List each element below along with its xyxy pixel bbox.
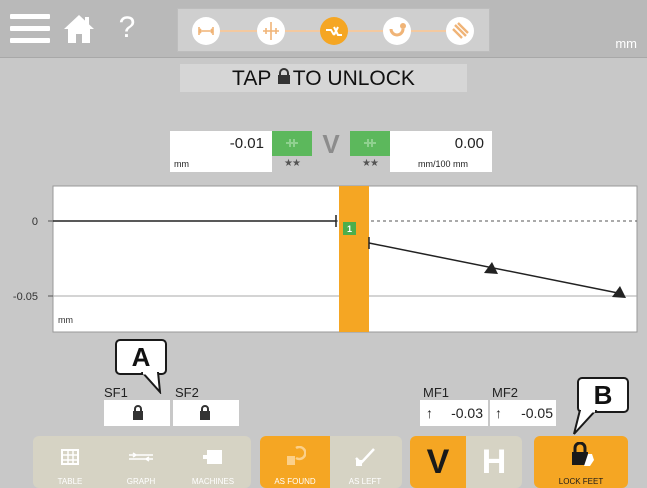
y-tick-label: 0 bbox=[32, 216, 38, 228]
sf2-lock-icon bbox=[200, 405, 210, 420]
left-unit: mm bbox=[170, 156, 272, 172]
value-readout: -0.01 V 0.00 mm ★★ ★★ mm/100 mm bbox=[170, 129, 492, 173]
sf2-label: SF2 bbox=[175, 385, 199, 400]
callout-b: B bbox=[577, 377, 629, 413]
machines-icon bbox=[203, 450, 222, 464]
graph-icon bbox=[129, 452, 153, 462]
lock-icon bbox=[277, 64, 291, 92]
callout-a: A bbox=[115, 339, 167, 375]
table-button[interactable]: TABLE bbox=[40, 436, 100, 488]
mf1-foot[interactable]: ↑ -0.03 bbox=[420, 400, 488, 426]
lock-feet-icon bbox=[572, 442, 594, 466]
measure-icon[interactable] bbox=[320, 17, 348, 45]
bottom-toolbar: TABLE GRAPH MACHINES AS FOUND AS LEFT V … bbox=[0, 436, 647, 488]
home-icon[interactable] bbox=[62, 12, 96, 46]
as-left-icon bbox=[355, 448, 375, 466]
mf1-value: -0.03 bbox=[451, 405, 483, 421]
mf2-foot[interactable]: ↑ -0.05 bbox=[490, 400, 556, 426]
table-label: TABLE bbox=[57, 477, 83, 486]
mf2-label: MF2 bbox=[492, 385, 518, 400]
as-found-icon bbox=[287, 446, 306, 465]
as-left-button[interactable]: AS LEFT bbox=[332, 436, 398, 488]
banner-unlock-text: TO UNLOCK bbox=[292, 67, 415, 91]
machines-label: MACHINES bbox=[191, 477, 235, 486]
top-toolbar: ? mm bbox=[0, 0, 647, 58]
as-found-label: AS FOUND bbox=[274, 477, 316, 486]
help-icon[interactable]: ? bbox=[115, 10, 139, 46]
right-quality-stars: ★★ bbox=[362, 158, 379, 169]
coupling-angle-value: 0.00 bbox=[390, 131, 492, 156]
alignment-graph: 0 -0.05 mm 1 bbox=[0, 182, 647, 334]
horizontal-button[interactable]: H bbox=[466, 436, 522, 488]
results-icon[interactable] bbox=[446, 17, 474, 45]
machines-button[interactable]: MACHINES bbox=[180, 436, 246, 488]
table-icon bbox=[61, 449, 79, 465]
unlock-banner[interactable]: TAP TO UNLOCK bbox=[180, 64, 467, 92]
as-left-label: AS LEFT bbox=[348, 477, 382, 486]
dimensions-icon[interactable] bbox=[192, 17, 220, 45]
y-tick-label: -0.05 bbox=[13, 291, 38, 303]
sf1-foot[interactable] bbox=[104, 400, 170, 426]
vertical-mode-letter: V bbox=[322, 129, 340, 159]
coupling-highlight bbox=[339, 186, 369, 332]
coupling-offset-value: -0.01 bbox=[170, 131, 272, 156]
lock-feet-label: LOCK FEET bbox=[558, 477, 604, 486]
lock-feet-button[interactable]: LOCK FEET bbox=[534, 436, 628, 488]
sf1-label: SF1 bbox=[104, 385, 128, 400]
coupling-marker-label: 1 bbox=[347, 224, 352, 234]
mf2-arrow-icon: ↑ bbox=[495, 405, 502, 421]
graph-button[interactable]: GRAPH bbox=[110, 436, 172, 488]
callout-a-pointer bbox=[140, 372, 162, 394]
unit-indicator: mm bbox=[615, 36, 637, 51]
graph-label: GRAPH bbox=[126, 477, 156, 486]
callout-b-pointer bbox=[573, 410, 598, 435]
y-unit-label: mm bbox=[58, 315, 73, 325]
menu-icon[interactable] bbox=[10, 14, 50, 44]
banner-tap-text: TAP bbox=[232, 67, 271, 91]
mf1-label: MF1 bbox=[423, 385, 449, 400]
shim-icon[interactable] bbox=[383, 17, 411, 45]
vertical-button[interactable]: V bbox=[410, 436, 466, 488]
right-unit: mm/100 mm bbox=[390, 156, 492, 172]
angle-symbol-icon bbox=[350, 131, 390, 156]
workflow-steps bbox=[177, 8, 490, 52]
screen: ? mm TAP TO UNLOCK -0.01 V 0.00 mm ★★ ★★… bbox=[0, 0, 647, 488]
sf2-foot[interactable] bbox=[173, 400, 239, 426]
sf1-lock-icon bbox=[133, 405, 143, 420]
mf1-arrow-icon: ↑ bbox=[426, 405, 433, 421]
as-found-button[interactable]: AS FOUND bbox=[260, 436, 330, 488]
crosshair-icon[interactable] bbox=[257, 17, 285, 45]
mf2-value: -0.05 bbox=[521, 405, 553, 421]
left-quality-stars: ★★ bbox=[284, 158, 301, 169]
offset-symbol-icon bbox=[272, 131, 312, 156]
